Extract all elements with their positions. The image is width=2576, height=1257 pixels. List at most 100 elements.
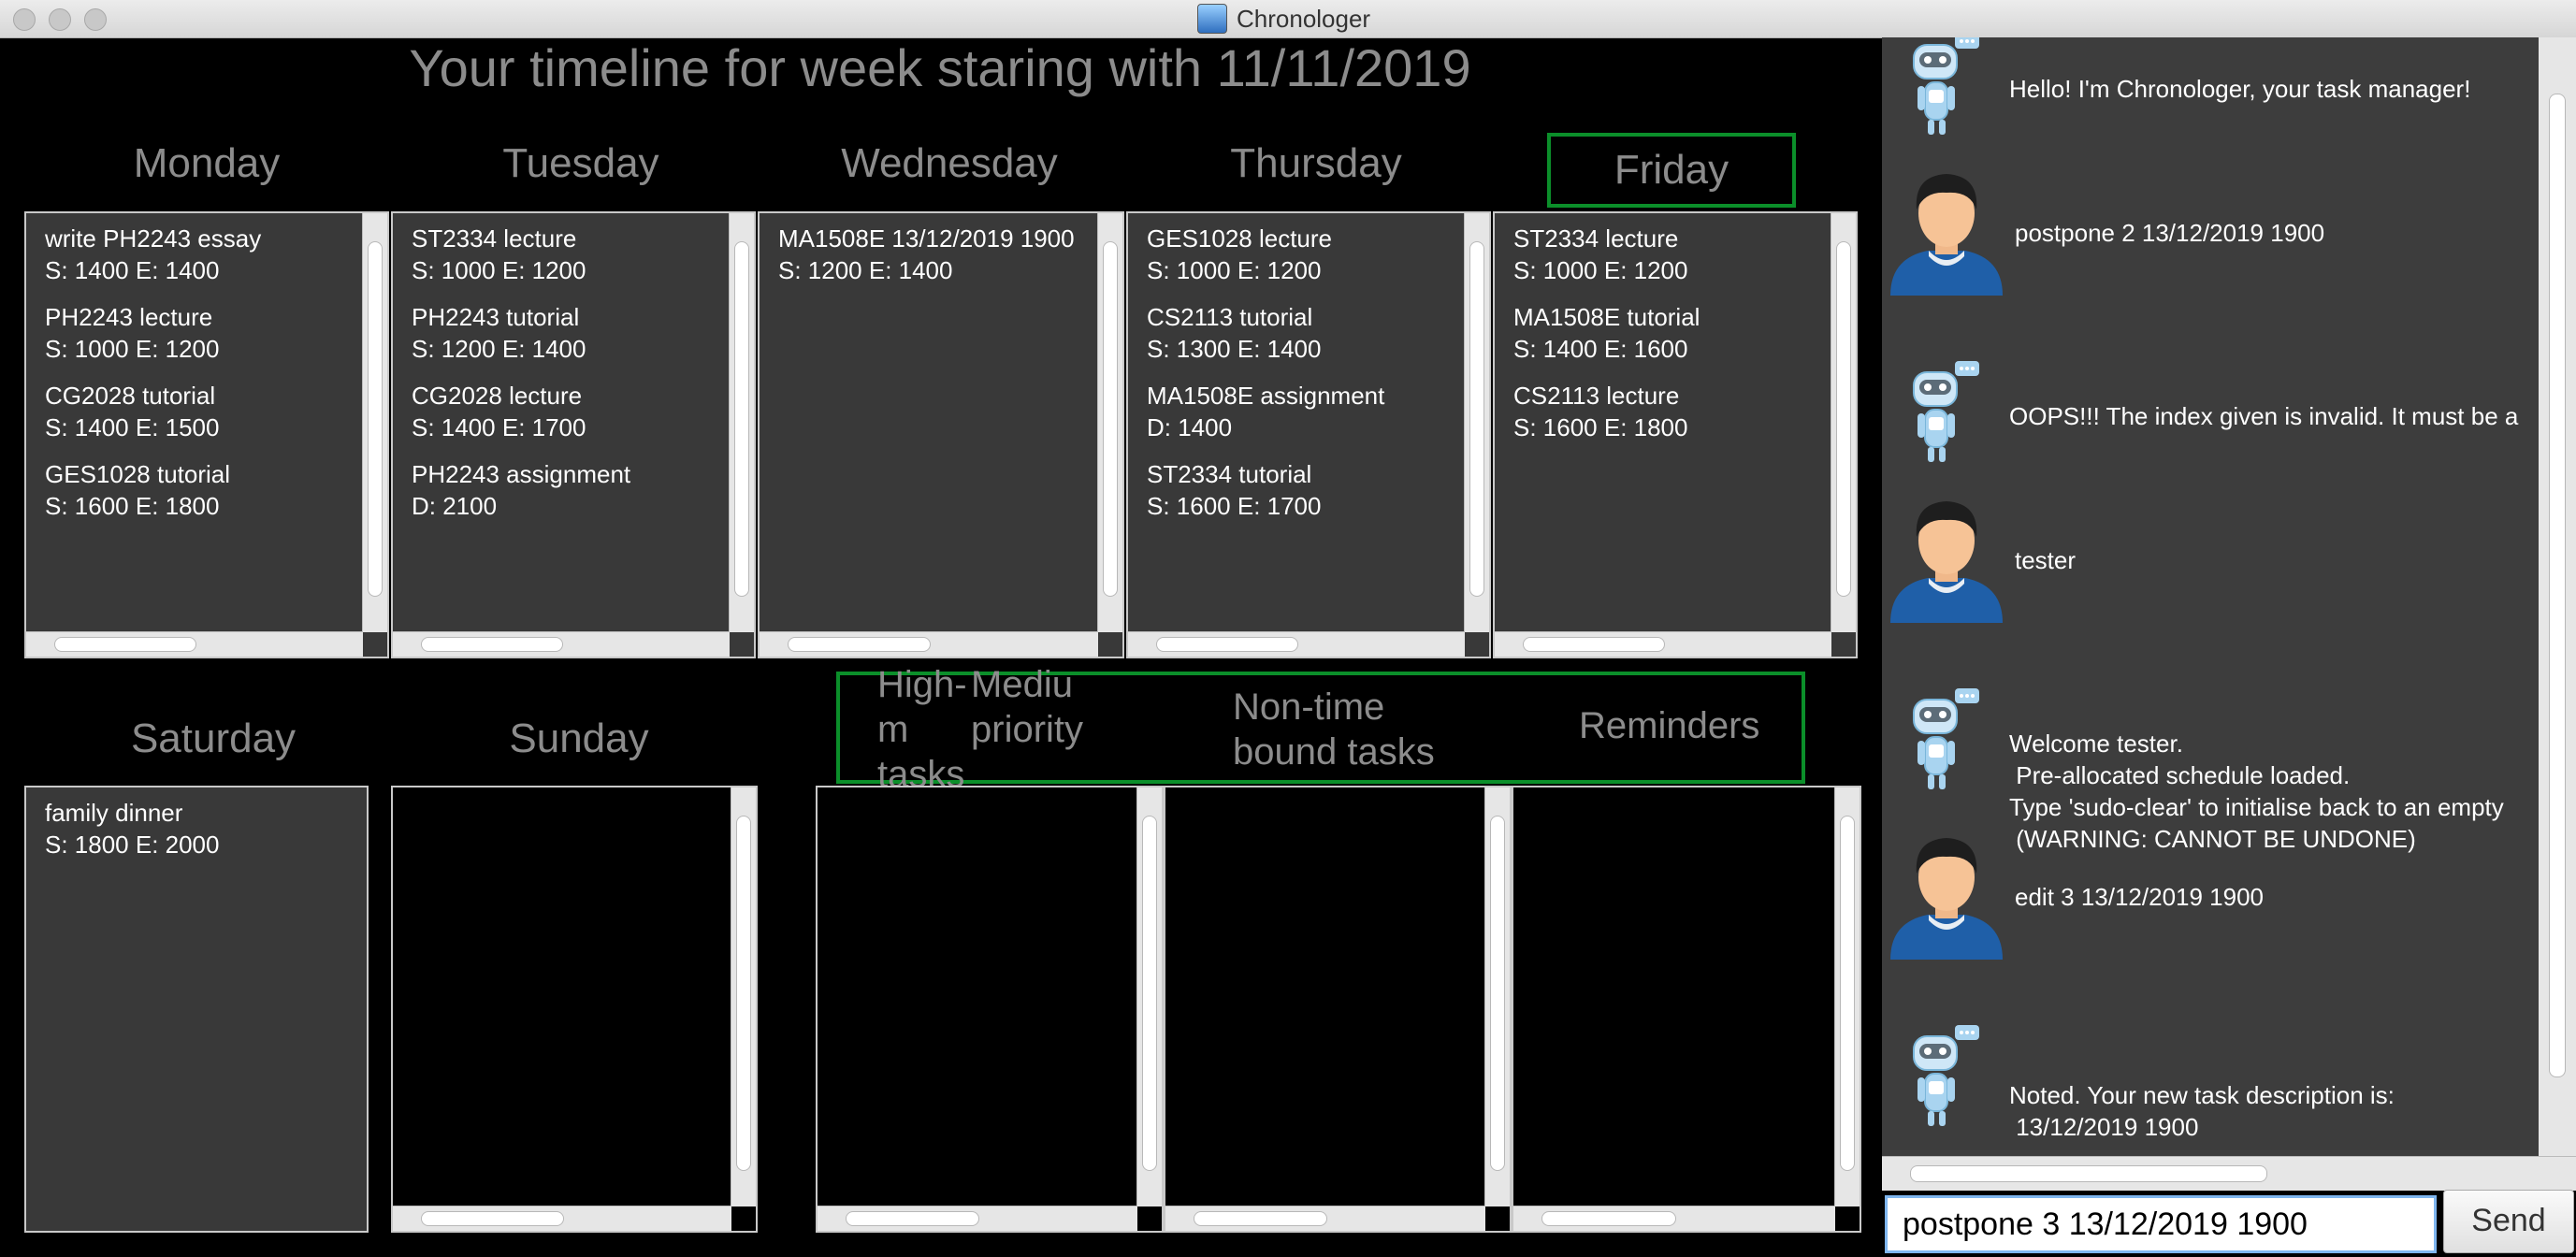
close-window-button[interactable] (13, 8, 36, 31)
day-label-monday: Monday (133, 140, 281, 186)
panel-vscroll-thumb[interactable] (1142, 816, 1157, 1171)
panel-hscrollbar[interactable] (1495, 631, 1831, 657)
panel-vscroll-thumb[interactable] (368, 241, 383, 597)
task-name: CS2113 tutorial (1147, 303, 1313, 331)
chat-hscroll-thumb[interactable] (1910, 1165, 2267, 1182)
panel-vscrollbar[interactable] (729, 213, 754, 632)
panel-vscrollbar[interactable] (731, 787, 756, 1206)
panel-hscroll-thumb[interactable] (1156, 637, 1298, 652)
message-text: Welcome tester. Pre-allocated schedule l… (2009, 730, 2504, 853)
task-item[interactable]: CG2028 lecture S: 1400 E: 1700 (412, 380, 716, 443)
panel-vscrollbar[interactable] (1831, 213, 1856, 632)
panel-hscroll-thumb[interactable] (1523, 637, 1665, 652)
task-time: S: 1000 E: 1200 (45, 335, 220, 363)
task-item[interactable]: ST2334 lecture S: 1000 E: 1200 (1513, 223, 1818, 286)
task-item[interactable]: PH2243 tutorial S: 1200 E: 1400 (412, 301, 716, 365)
zoom-window-button[interactable] (84, 8, 107, 31)
task-list: MA1508E 13/12/2019 1900 S: 1200 E: 1400 (778, 223, 1085, 301)
task-name: ST2334 tutorial (1147, 460, 1312, 488)
task-time: S: 1300 E: 1400 (1147, 335, 1322, 363)
task-name: CS2113 lecture (1513, 382, 1680, 410)
panel-hscrollbar[interactable] (393, 1206, 731, 1231)
panel-hscroll-thumb[interactable] (1541, 1211, 1676, 1226)
task-time: S: 1000 E: 1200 (412, 256, 586, 284)
panel-vscroll-thumb[interactable] (736, 816, 751, 1171)
task-item[interactable]: MA1508E 13/12/2019 1900 S: 1200 E: 1400 (778, 223, 1085, 286)
task-item[interactable]: ST2334 tutorial S: 1600 E: 1700 (1147, 458, 1452, 522)
day-panel-thursday[interactable]: GES1028 lecture S: 1000 E: 1200 CS2113 tut… (1126, 211, 1491, 658)
panel-hscrollbar[interactable] (1513, 1206, 1835, 1231)
task-item[interactable]: write PH2243 essay S: 1400 E: 1400 (45, 223, 350, 286)
panel-vscroll-thumb[interactable] (1490, 816, 1505, 1171)
nontime-panel[interactable] (1164, 786, 1512, 1233)
task-name: CG2028 tutorial (45, 382, 216, 410)
day-panel-monday[interactable]: write PH2243 essay S: 1400 E: 1400 PH2243 … (24, 211, 389, 658)
task-item[interactable]: CS2113 tutorial S: 1300 E: 1400 (1147, 301, 1452, 365)
panel-hscroll-thumb[interactable] (54, 637, 196, 652)
task-item[interactable]: MA1508E assignment D: 1400 (1147, 380, 1452, 443)
panel-vscroll-thumb[interactable] (734, 241, 749, 597)
task-item[interactable]: PH2243 lecture S: 1000 E: 1200 (45, 301, 350, 365)
panel-hscrollbar[interactable] (760, 631, 1098, 657)
task-time: S: 1600 E: 1800 (45, 492, 220, 520)
chat-vscroll-thumb[interactable] (2549, 94, 2566, 1077)
task-item[interactable]: MA1508E tutorial S: 1400 E: 1600 (1513, 301, 1818, 365)
panel-hscrollbar[interactable] (818, 1206, 1137, 1231)
panel-vscrollbar[interactable] (1484, 787, 1510, 1206)
task-time: S: 1800 E: 2000 (45, 831, 220, 859)
task-item[interactable]: family dinner S: 1800 E: 2000 (45, 797, 329, 860)
reminders-panel[interactable] (1512, 786, 1861, 1233)
panel-hscrollbar[interactable] (393, 631, 730, 657)
day-panel-tuesday[interactable]: ST2334 lecture S: 1000 E: 1200 PH2243 tuto… (391, 211, 756, 658)
user-avatar-icon (1886, 165, 2007, 300)
task-item[interactable]: CS2113 lecture S: 1600 E: 1800 (1513, 380, 1818, 443)
task-item[interactable]: GES1028 tutorial S: 1600 E: 1800 (45, 458, 350, 522)
task-time: S: 1400 E: 1400 (45, 256, 220, 284)
robot-avatar-icon (1897, 686, 1981, 803)
panel-hscroll-thumb[interactable] (846, 1211, 979, 1226)
panel-hscrollbar[interactable] (26, 631, 363, 657)
day-panel-friday[interactable]: ST2334 lecture S: 1000 E: 1200 MA1508E tut… (1493, 211, 1858, 658)
day-panel-sunday[interactable] (391, 786, 758, 1233)
panel-hscrollbar[interactable] (1128, 631, 1465, 657)
task-item[interactable]: CG2028 tutorial S: 1400 E: 1500 (45, 380, 350, 443)
panel-hscroll-thumb[interactable] (788, 637, 931, 652)
minimize-window-button[interactable] (49, 8, 71, 31)
panel-vscrollbar[interactable] (1136, 787, 1162, 1206)
task-item[interactable]: ST2334 lecture S: 1000 E: 1200 (412, 223, 716, 286)
panel-vscrollbar[interactable] (362, 213, 387, 632)
chat-panel[interactable]: Hello! I'm Chronologer, your task manage… (1882, 37, 2576, 1156)
chat-hscrollbar[interactable] (1882, 1156, 2576, 1191)
window-title: Chronologer (1197, 4, 1370, 34)
task-list: family dinner S: 1800 E: 2000 (45, 797, 329, 875)
high-priority-panel[interactable] (816, 786, 1164, 1233)
task-item[interactable]: PH2243 assignment D: 2100 (412, 458, 716, 522)
panel-hscroll-thumb[interactable] (1194, 1211, 1327, 1226)
task-list: GES1028 lecture S: 1000 E: 1200 CS2113 tut… (1147, 223, 1452, 537)
panel-hscroll-thumb[interactable] (421, 637, 563, 652)
panel-vscrollbar[interactable] (1834, 787, 1860, 1206)
task-time: S: 1600 E: 1700 (1147, 492, 1322, 520)
panel-vscroll-thumb[interactable] (1840, 816, 1855, 1171)
panel-vscroll-thumb[interactable] (1103, 241, 1118, 597)
panel-hscroll-thumb[interactable] (421, 1211, 564, 1226)
message-text: Hello! I'm Chronologer, your task manage… (2009, 75, 2471, 103)
panel-hscrollbar[interactable] (1165, 1206, 1485, 1231)
day-panel-saturday[interactable]: family dinner S: 1800 E: 2000 (24, 786, 369, 1233)
day-panel-wednesday[interactable]: MA1508E 13/12/2019 1900 S: 1200 E: 1400 (758, 211, 1124, 658)
task-item[interactable]: GES1028 lecture S: 1000 E: 1200 (1147, 223, 1452, 286)
task-time: D: 1400 (1147, 413, 1233, 441)
send-button[interactable]: Send (2443, 1190, 2574, 1253)
panel-vscrollbar[interactable] (1464, 213, 1489, 632)
task-time: S: 1400 E: 1500 (45, 413, 220, 441)
panel-vscroll-thumb[interactable] (1469, 241, 1484, 597)
window-title-text: Chronologer (1237, 4, 1371, 33)
task-name: ST2334 lecture (1513, 224, 1679, 253)
chat-vscrollbar[interactable] (2539, 37, 2576, 1156)
day-label-saturday: Saturday (130, 715, 297, 761)
day-label-tuesday: Tuesday (502, 140, 659, 186)
command-input[interactable] (1885, 1195, 2437, 1253)
panel-vscroll-thumb[interactable] (1836, 241, 1851, 597)
task-time: S: 1000 E: 1200 (1513, 256, 1688, 284)
panel-vscrollbar[interactable] (1097, 213, 1122, 632)
